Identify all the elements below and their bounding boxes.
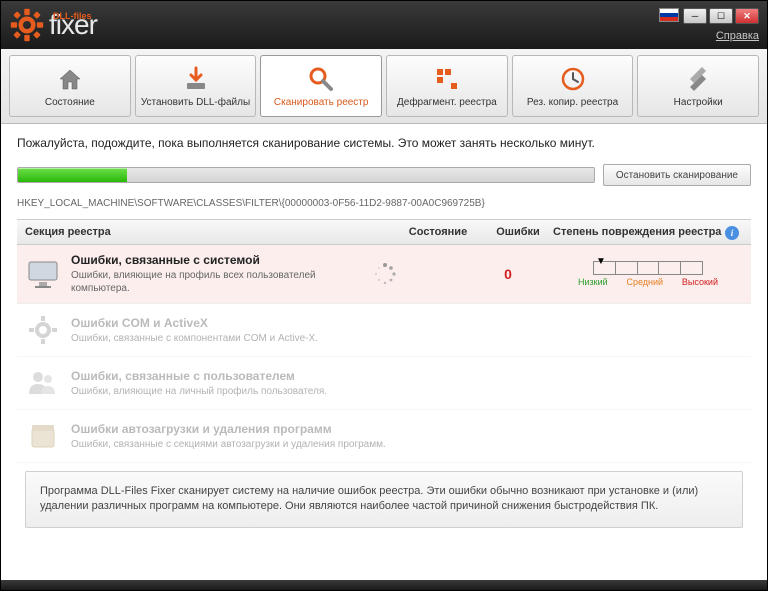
- tab-defrag[interactable]: Дефрагмент. реестра: [386, 55, 508, 117]
- help-link[interactable]: Справка: [716, 30, 759, 42]
- section-title: Ошибки COM и ActiveX: [71, 316, 743, 330]
- section-text: Ошибки COM и ActiveX Ошибки, связанные с…: [71, 316, 743, 345]
- col-damage: Степень повреждения реестра i: [553, 226, 743, 238]
- section-text: Ошибки автозагрузки и удаления программ …: [71, 422, 743, 451]
- progress-fill: [18, 168, 127, 182]
- col-section: Секция реестра: [25, 226, 393, 238]
- bottom-frame: [1, 580, 767, 590]
- main-tabs: Состояние Установить DLL-файлы Сканирова…: [1, 49, 767, 124]
- home-icon: [56, 65, 84, 93]
- table-header: Секция реестра Состояние Ошибки Степень …: [17, 219, 751, 245]
- damage-meter: ▼: [593, 261, 703, 275]
- logo-text: DLL-files fixer: [49, 9, 97, 41]
- tab-label: Рез. копир. реестра: [527, 97, 618, 108]
- window-controls: ─ ☐ ✕: [659, 8, 759, 24]
- monitor-icon: [25, 256, 61, 292]
- progress-bar: [17, 167, 595, 183]
- tab-label: Настройки: [674, 97, 723, 108]
- content: Пожалуйста, подождите, пока выполняется …: [1, 124, 767, 580]
- tools-icon: [684, 65, 712, 93]
- section-row-user: Ошибки, связанные с пользователем Ошибки…: [17, 357, 751, 410]
- logo-super: DLL-files: [53, 11, 92, 21]
- status-line: Пожалуйста, подождите, пока выполняется …: [17, 136, 751, 150]
- damage-high: Высокий: [682, 277, 718, 287]
- tab-settings[interactable]: Настройки: [637, 55, 759, 117]
- clock-icon: [559, 65, 587, 93]
- section-desc: Ошибки, связанные с компонентами COM и A…: [71, 332, 743, 345]
- logo: DLL-files fixer: [9, 7, 97, 43]
- damage-widget: ▼ Низкий Средний Высокий: [553, 261, 743, 287]
- minimize-button[interactable]: ─: [683, 8, 707, 24]
- damage-marker-icon: ▼: [596, 256, 606, 267]
- section-title: Ошибки, связанные с системой: [71, 253, 363, 267]
- tab-state[interactable]: Состояние: [9, 55, 131, 117]
- section-desc: Ошибки, влияющие на профиль всех пользов…: [71, 269, 363, 295]
- gear-icon: [25, 312, 61, 348]
- users-icon: [25, 365, 61, 401]
- col-state: Состояние: [393, 226, 483, 238]
- app-window: DLL-files fixer ─ ☐ ✕ Справка Состояние: [0, 0, 768, 591]
- blocks-icon: [433, 65, 461, 93]
- tab-label: Установить DLL-файлы: [141, 97, 250, 108]
- sections-list: Ошибки, связанные с системой Ошибки, вли…: [17, 245, 751, 463]
- col-errors: Ошибки: [483, 226, 553, 238]
- damage-labels: Низкий Средний Высокий: [578, 277, 718, 287]
- section-row-startup: Ошибки автозагрузки и удаления программ …: [17, 410, 751, 463]
- close-button[interactable]: ✕: [735, 8, 759, 24]
- locale-flag-icon[interactable]: [659, 8, 679, 22]
- titlebar: DLL-files fixer ─ ☐ ✕ Справка: [1, 1, 767, 49]
- info-icon[interactable]: i: [725, 226, 739, 240]
- damage-mid: Средний: [626, 277, 663, 287]
- section-errors: 0: [473, 266, 543, 282]
- section-title: Ошибки автозагрузки и удаления программ: [71, 422, 743, 436]
- footer-info: Программа DLL-Files Fixer сканирует сист…: [25, 471, 743, 528]
- titlebar-right: ─ ☐ ✕ Справка: [659, 8, 759, 42]
- section-row-system: Ошибки, связанные с системой Ошибки, вли…: [17, 245, 751, 304]
- progress-row: Остановить сканирование: [17, 164, 751, 186]
- tab-install[interactable]: Установить DLL-файлы: [135, 55, 257, 117]
- stop-scan-button[interactable]: Остановить сканирование: [603, 164, 751, 186]
- section-state: [373, 262, 463, 286]
- section-text: Ошибки, связанные с пользователем Ошибки…: [71, 369, 743, 398]
- download-icon: [182, 65, 210, 93]
- damage-low: Низкий: [578, 277, 608, 287]
- section-row-com: Ошибки COM и ActiveX Ошибки, связанные с…: [17, 304, 751, 357]
- spinner-icon: [373, 262, 397, 286]
- section-desc: Ошибки, связанные с секциями автозагрузк…: [71, 438, 743, 451]
- tab-label: Сканировать реестр: [274, 97, 369, 108]
- current-registry-path: HKEY_LOCAL_MACHINE\SOFTWARE\CLASSES\FILT…: [17, 198, 751, 209]
- col-damage-label: Степень повреждения реестра: [553, 226, 721, 238]
- package-icon: [25, 418, 61, 454]
- cog-icon: [9, 7, 45, 43]
- tab-label: Состояние: [45, 97, 95, 108]
- tab-scan[interactable]: Сканировать реестр: [260, 55, 382, 117]
- tab-backup[interactable]: Рез. копир. реестра: [512, 55, 634, 117]
- maximize-button[interactable]: ☐: [709, 8, 733, 24]
- section-desc: Ошибки, влияющие на личный профиль польз…: [71, 385, 743, 398]
- section-title: Ошибки, связанные с пользователем: [71, 369, 743, 383]
- section-text: Ошибки, связанные с системой Ошибки, вли…: [71, 253, 363, 295]
- tab-label: Дефрагмент. реестра: [397, 97, 497, 108]
- search-icon: [307, 65, 335, 93]
